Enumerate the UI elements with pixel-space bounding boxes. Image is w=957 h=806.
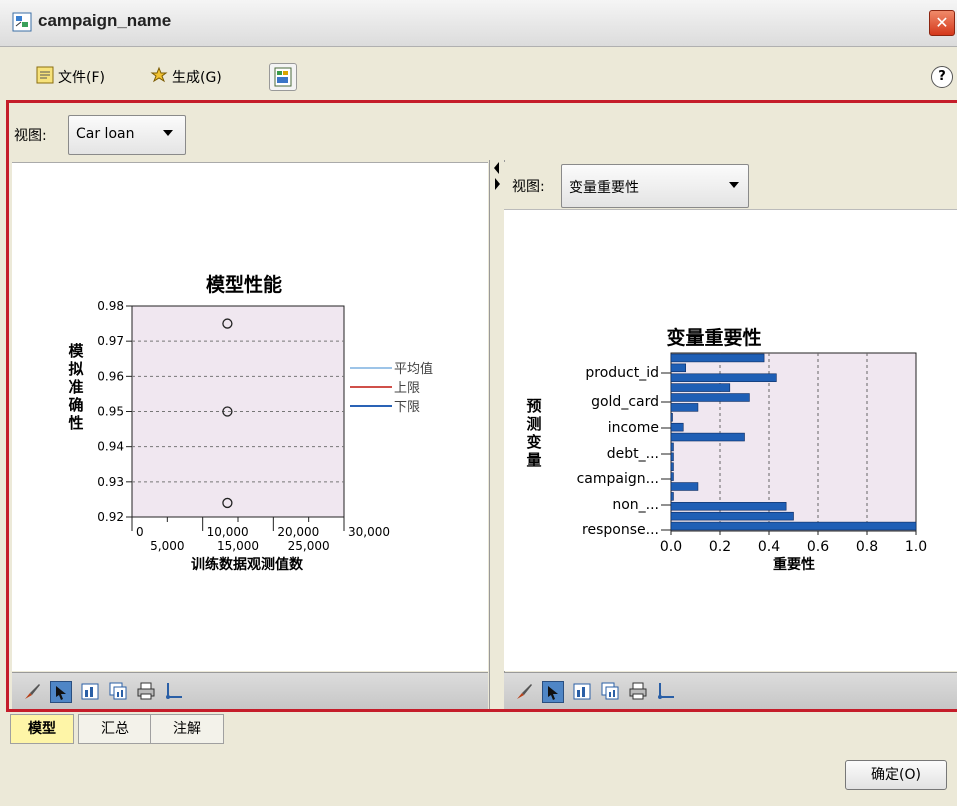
generate-icon (150, 66, 168, 88)
ok-button[interactable]: 确定(O) (845, 760, 947, 790)
export-icon (274, 67, 292, 87)
menu-generate[interactable]: 生成(G) (150, 66, 222, 88)
tab-model[interactable]: 模型 (10, 714, 74, 744)
menu-generate-label: 生成(G) (172, 70, 222, 86)
model-frame (6, 100, 957, 712)
menu-bar (0, 47, 957, 101)
app-icon (12, 12, 32, 32)
help-button[interactable]: ? (931, 66, 953, 88)
bottom-bar (0, 744, 957, 806)
menu-file[interactable]: 文件(F) (36, 66, 105, 88)
export-button[interactable] (269, 63, 297, 91)
file-icon (36, 66, 54, 88)
menu-file-label: 文件(F) (58, 70, 105, 86)
tab-annotation[interactable]: 注解 (150, 714, 224, 744)
close-button[interactable]: ✕ (929, 10, 955, 36)
tab-summary[interactable]: 汇总 (78, 714, 152, 744)
window-title: campaign_name (38, 11, 172, 30)
